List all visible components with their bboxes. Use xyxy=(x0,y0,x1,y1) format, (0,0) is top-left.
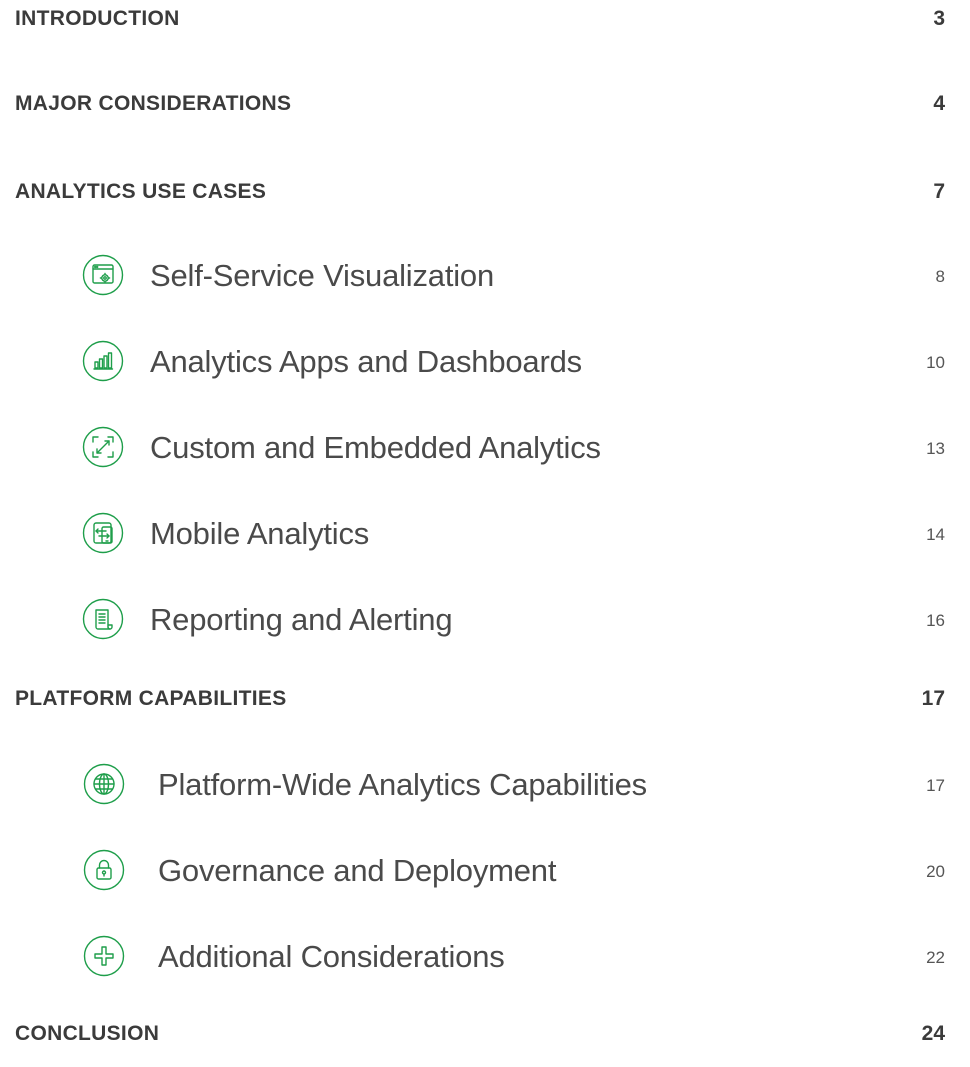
expand-arrows-icon xyxy=(82,426,124,468)
subsection-title[interactable]: Governance and Deployment xyxy=(158,851,556,891)
mobile-devices-icon xyxy=(82,512,124,554)
toc-subentry-mobile-analytics[interactable]: Mobile Analytics 14 xyxy=(0,512,970,556)
section-title[interactable]: CONCLUSION xyxy=(15,1020,159,1048)
globe-icon xyxy=(83,763,125,805)
page-number: 7 xyxy=(933,180,945,203)
plus-icon xyxy=(83,935,125,977)
page-number: 22 xyxy=(926,948,945,967)
page-number: 4 xyxy=(933,92,945,115)
page-number: 3 xyxy=(933,7,945,30)
subsection-title[interactable]: Mobile Analytics xyxy=(150,514,369,554)
page-number: 20 xyxy=(926,862,945,881)
page-number: 17 xyxy=(921,687,945,710)
page-number: 24 xyxy=(921,1022,945,1045)
section-title[interactable]: INTRODUCTION xyxy=(15,5,180,33)
subsection-title[interactable]: Additional Considerations xyxy=(158,937,505,977)
subsection-title[interactable]: Self-Service Visualization xyxy=(150,256,494,296)
section-title[interactable]: PLATFORM CAPABILITIES xyxy=(15,685,287,713)
toc-subentry-self-service-visualization[interactable]: Self-Service Visualization 8 xyxy=(0,254,970,298)
toc-subentry-governance-and-deployment[interactable]: Governance and Deployment 20 xyxy=(0,849,970,893)
toc-subentry-additional-considerations[interactable]: Additional Considerations 22 xyxy=(0,935,970,979)
toc-subentry-platform-wide-analytics-capabilities[interactable]: Platform-Wide Analytics Capabilities 17 xyxy=(0,763,970,807)
page-number: 14 xyxy=(926,525,945,544)
lock-icon xyxy=(83,849,125,891)
page-number: 17 xyxy=(926,776,945,795)
document-scroll-icon xyxy=(82,598,124,640)
toc-subentry-analytics-apps-and-dashboards[interactable]: Analytics Apps and Dashboards 10 xyxy=(0,340,970,384)
browser-gear-icon xyxy=(82,254,124,296)
subsection-title[interactable]: Custom and Embedded Analytics xyxy=(150,428,601,468)
toc-subentry-reporting-and-alerting[interactable]: Reporting and Alerting 16 xyxy=(0,598,970,642)
subsection-title[interactable]: Platform-Wide Analytics Capabilities xyxy=(158,765,647,805)
subsection-title[interactable]: Analytics Apps and Dashboards xyxy=(150,342,582,382)
page-number: 16 xyxy=(926,611,945,630)
section-title[interactable]: MAJOR CONSIDERATIONS xyxy=(15,90,291,118)
toc-subentry-custom-and-embedded-analytics[interactable]: Custom and Embedded Analytics 13 xyxy=(0,426,970,470)
page-number: 13 xyxy=(926,439,945,458)
bar-chart-icon xyxy=(82,340,124,382)
page-number: 8 xyxy=(935,267,945,286)
subsection-title[interactable]: Reporting and Alerting xyxy=(150,600,453,640)
page-number: 10 xyxy=(926,353,945,372)
section-title[interactable]: ANALYTICS USE CASES xyxy=(15,178,266,206)
